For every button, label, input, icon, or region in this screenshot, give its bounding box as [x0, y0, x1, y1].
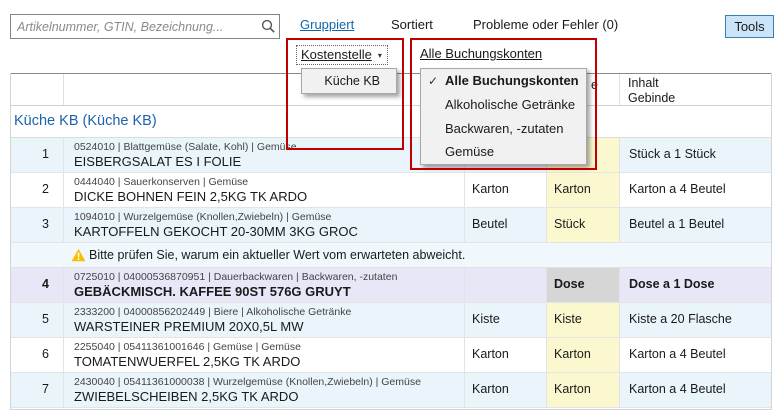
warning-row: Bitte prüfen Sie, warum ein aktueller We…	[11, 243, 771, 268]
count-unit-cell: Karton	[546, 338, 619, 372]
article-name: GEBÄCKMISCH. KAFFEE 90ST 576G GRUYT	[74, 284, 351, 299]
article-name: TOMATENWUERFEL 2,5KG TK ARDO	[74, 354, 300, 369]
table-row[interactable]: 1 0524010 | Blattgemüse (Salate, Kohl) |…	[11, 138, 771, 173]
menu-item-gemuese[interactable]: Gemüse	[421, 140, 586, 164]
table-row[interactable]: 5 2333200 | 04000856202449 | Biere | Alk…	[11, 303, 771, 338]
menu-item-kueche-kb[interactable]: Küche KB	[324, 74, 380, 88]
warning-text: Bitte prüfen Sie, warum ein aktueller We…	[89, 243, 465, 267]
content-cell: Karton a 4 Beutel	[619, 173, 773, 207]
order-unit-cell: Kiste	[464, 303, 546, 337]
content-cell: Dose a 1 Dose	[619, 268, 773, 302]
article-name: ZWIEBELSCHEIBEN 2,5KG TK ARDO	[74, 389, 298, 404]
count-unit-cell: Dose	[546, 268, 619, 302]
row-number: 4	[11, 268, 63, 302]
order-grid-window: Gruppiert Sortiert Probleme oder Fehler …	[0, 0, 783, 420]
tools-button[interactable]: Tools	[725, 15, 774, 38]
order-unit-cell	[464, 268, 546, 302]
count-unit-cell: Karton	[546, 173, 619, 207]
table-row[interactable]: 7 2430040 | 05411361000038 | Wurzelgemüs…	[11, 373, 771, 408]
row-number: 6	[11, 338, 63, 372]
count-unit-cell: Karton	[546, 373, 619, 407]
tab-probleme-oder-fehler[interactable]: Probleme oder Fehler (0)	[473, 17, 618, 32]
kostenstelle-label: Kostenstelle	[301, 47, 372, 62]
count-unit-cell: Stück	[546, 208, 619, 242]
article-meta: 2333200 | 04000856202449 | Biere | Alkoh…	[74, 306, 351, 318]
search-icon[interactable]	[257, 16, 279, 37]
article-name: DICKE BOHNEN FEIN 2,5KG TK ARDO	[74, 189, 307, 204]
group-title: Küche KB (Küche KB)	[14, 106, 157, 137]
menu-item-alle-buchungskonten[interactable]: ✓ Alle Buchungskonten	[421, 69, 586, 93]
tab-sortiert[interactable]: Sortiert	[391, 17, 433, 32]
menu-item-alkoholische-getraenke[interactable]: Alkoholische Getränke	[421, 93, 586, 117]
article-table: e Inhalt Gebinde Küche KB (Küche KB) 1 0…	[10, 73, 772, 410]
content-cell: Kiste a 20 Flasche	[619, 303, 773, 337]
order-unit-cell: Karton	[464, 373, 546, 407]
article-meta: 0444040 | Sauerkonserven | Gemüse	[74, 176, 248, 188]
article-meta: 0725010 | 04000536870951 | Dauerbackware…	[74, 271, 397, 283]
menu-item-backwaren-zutaten[interactable]: Backwaren, -zutaten	[421, 116, 586, 140]
article-meta: 2430040 | 05411361000038 | Wurzelgemüse …	[74, 376, 421, 388]
row-number: 3	[11, 208, 63, 242]
table-row-selected[interactable]: 4 0725010 | 04000536870951 | Dauerbackwa…	[11, 268, 771, 303]
buchungskonten-menu: ✓ Alle Buchungskonten Alkoholische Geträ…	[420, 68, 587, 165]
column-header-partial: e	[591, 78, 598, 92]
article-name: EISBERGSALAT ES I FOLIE	[74, 154, 241, 169]
row-number: 1	[11, 138, 63, 172]
order-unit-cell: Karton	[464, 173, 546, 207]
article-name: KARTOFFELN GEKOCHT 20-30MM 3KG GROC	[74, 224, 358, 239]
content-cell: Karton a 4 Beutel	[619, 373, 773, 407]
order-unit-cell: Beutel	[464, 208, 546, 242]
search-input[interactable]	[11, 16, 257, 37]
search-box	[10, 14, 280, 39]
order-unit-cell: Karton	[464, 338, 546, 372]
content-cell: Beutel a 1 Beutel	[619, 208, 773, 242]
kostenstelle-menu: Küche KB	[301, 68, 397, 94]
row-number: 2	[11, 173, 63, 207]
column-header-inhalt-gebinde: Inhalt Gebinde	[628, 76, 675, 106]
content-cell: Karton a 4 Beutel	[619, 338, 773, 372]
table-row[interactable]: 3 1094010 | Wurzelgemüse (Knollen,Zwiebe…	[11, 208, 771, 243]
article-meta: 0524010 | Blattgemüse (Salate, Kohl) | G…	[74, 141, 297, 153]
content-cell: Stück a 1 Stück	[619, 138, 773, 172]
kostenstelle-dropdown-trigger[interactable]: Kostenstelle ▾	[296, 45, 388, 65]
checkmark-icon: ✓	[421, 74, 445, 88]
tab-gruppiert[interactable]: Gruppiert	[300, 17, 354, 32]
row-number: 5	[11, 303, 63, 337]
warning-icon	[71, 248, 86, 262]
article-meta: 1094010 | Wurzelgemüse (Knollen,Zwiebeln…	[74, 211, 331, 223]
buchungskonten-dropdown-trigger[interactable]: Alle Buchungskonten	[420, 46, 542, 61]
chevron-down-icon: ▾	[378, 51, 382, 60]
group-header-kueche-kb: Küche KB (Küche KB)	[11, 106, 771, 138]
article-name: WARSTEINER PREMIUM 20X0,5L MW	[74, 319, 303, 334]
article-meta: 2255040 | 05411361001646 | Gemüse | Gemü…	[74, 341, 301, 353]
count-unit-cell: Kiste	[546, 303, 619, 337]
row-number: 7	[11, 373, 63, 407]
table-row[interactable]: 2 0444040 | Sauerkonserven | Gemüse DICK…	[11, 173, 771, 208]
table-row[interactable]: 6 2255040 | 05411361001646 | Gemüse | Ge…	[11, 338, 771, 373]
